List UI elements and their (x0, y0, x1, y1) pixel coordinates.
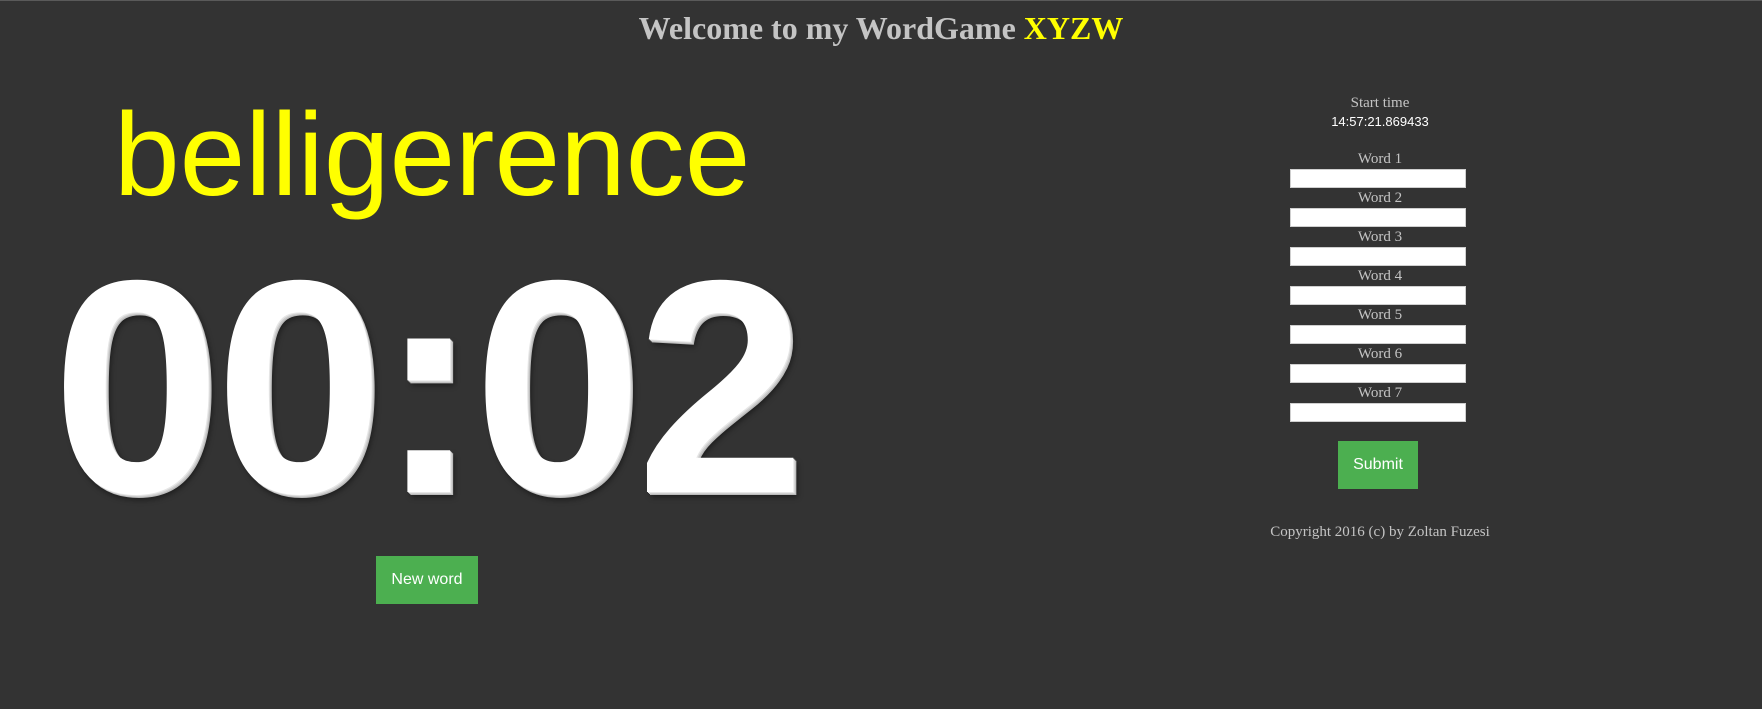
word-input-3[interactable] (1290, 247, 1466, 266)
copyright-notice: Copyright 2016 (c) by Zoltan Fuzesi (1270, 524, 1490, 540)
page-title-accent: XYZW (1023, 10, 1124, 46)
word-input-7[interactable] (1290, 403, 1466, 422)
word-label-1: Word 1 (1357, 151, 1403, 167)
word-label-7: Word 7 (1357, 385, 1403, 401)
submit-button[interactable]: Submit (1338, 441, 1418, 489)
word-input-4[interactable] (1290, 286, 1466, 305)
word-label-4: Word 4 (1357, 268, 1403, 284)
countdown-timer: 00:02 (52, 218, 806, 557)
word-label-5: Word 5 (1357, 307, 1403, 323)
word-label-6: Word 6 (1357, 346, 1403, 362)
current-word: belligerence (114, 89, 751, 221)
word-label-3: Word 3 (1357, 229, 1403, 245)
start-time-value: 14:57:21.869433 (1331, 114, 1429, 129)
top-border (0, 0, 1762, 1)
new-word-button[interactable]: New word (376, 556, 478, 604)
word-label-2: Word 2 (1357, 190, 1403, 206)
word-input-5[interactable] (1290, 325, 1466, 344)
word-input-1[interactable] (1290, 169, 1466, 188)
word-input-6[interactable] (1290, 364, 1466, 383)
word-input-2[interactable] (1290, 208, 1466, 227)
page-title-text: Welcome to my WordGame (638, 10, 1016, 46)
page-title: Welcome to my WordGame XYZW (0, 6, 1762, 50)
start-time-label: Start time (1350, 95, 1410, 111)
